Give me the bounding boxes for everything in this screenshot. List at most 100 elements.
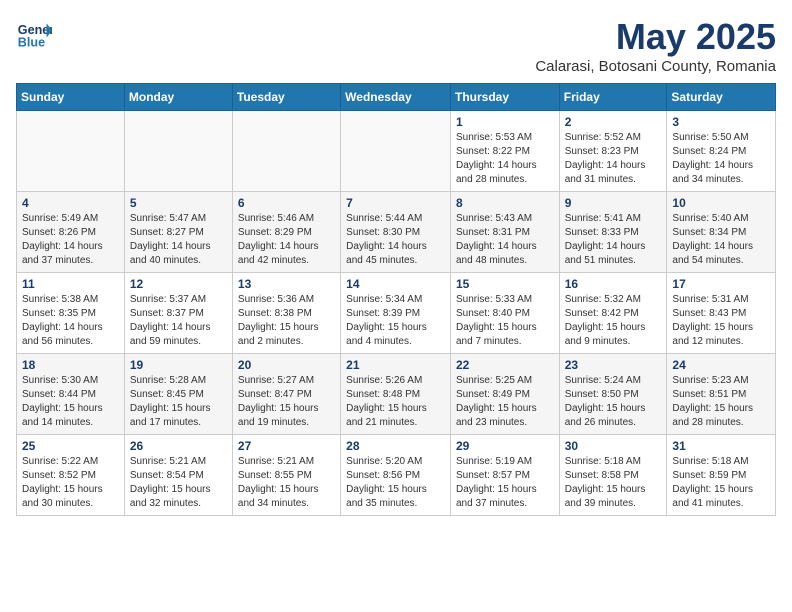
calendar-cell: 18 Sunrise: 5:30 AM Sunset: 8:44 PM Dayli…: [17, 354, 125, 435]
day-number: 3: [672, 115, 770, 129]
weekday-header: Saturday: [667, 84, 776, 111]
calendar-header: SundayMondayTuesdayWednesdayThursdayFrid…: [17, 84, 776, 111]
calendar-cell: 16 Sunrise: 5:32 AM Sunset: 8:42 PM Dayli…: [559, 273, 667, 354]
calendar-cell: 21Sunrise: 5:26 AM Sunset: 8:48 PM Dayli…: [341, 354, 451, 435]
calendar-cell: [17, 111, 125, 192]
day-info: Sunrise: 5:37 AM Sunset: 8:37 PM Dayligh…: [130, 293, 227, 349]
calendar-cell: 1 Sunrise: 5:53 AM Sunset: 8:22 PM Daylig…: [450, 111, 559, 192]
day-number: 9: [565, 196, 662, 210]
calendar-cell: 22 Sunrise: 5:25 AM Sunset: 8:49 PM Dayli…: [450, 354, 559, 435]
calendar-week-row: 1 Sunrise: 5:53 AM Sunset: 8:22 PM Daylig…: [17, 111, 776, 192]
day-info: Sunrise: 5:46 AM Sunset: 8:29 PM Dayligh…: [238, 212, 335, 268]
day-info: Sunrise: 5:38 AM Sunset: 8:35 PM Dayligh…: [22, 293, 119, 349]
day-number: 17: [672, 277, 770, 291]
day-info: Sunrise: 5:19 AM Sunset: 8:57 PM Dayligh…: [456, 455, 554, 511]
day-number: 24: [672, 358, 770, 372]
day-info: Sunrise: 5:36 AM Sunset: 8:38 PM Dayligh…: [238, 293, 335, 349]
calendar-table: SundayMondayTuesdayWednesdayThursdayFrid…: [16, 83, 776, 516]
day-info: Sunrise: 5:33 AM Sunset: 8:40 PM Dayligh…: [456, 293, 554, 349]
calendar-subtitle: Calarasi, Botosani County, Romania: [535, 58, 776, 75]
day-info: Sunrise: 5:50 AM Sunset: 8:24 PM Dayligh…: [672, 131, 770, 187]
day-number: 28: [346, 439, 445, 453]
day-info: Sunrise: 5:30 AM Sunset: 8:44 PM Dayligh…: [22, 374, 119, 430]
day-info: Sunrise: 5:47 AM Sunset: 8:27 PM Dayligh…: [130, 212, 227, 268]
calendar-cell: 19 Sunrise: 5:28 AM Sunset: 8:45 PM Dayli…: [124, 354, 232, 435]
weekday-row: SundayMondayTuesdayWednesdayThursdayFrid…: [17, 84, 776, 111]
calendar-cell: 30 Sunrise: 5:18 AM Sunset: 8:58 PM Dayli…: [559, 435, 667, 516]
weekday-header: Sunday: [17, 84, 125, 111]
weekday-header: Friday: [559, 84, 667, 111]
day-number: 29: [456, 439, 554, 453]
calendar-week-row: 11Sunrise: 5:38 AM Sunset: 8:35 PM Dayli…: [17, 273, 776, 354]
title-area: May 2025 Calarasi, Botosani County, Roma…: [535, 16, 776, 75]
day-number: 1: [456, 115, 554, 129]
calendar-cell: 24 Sunrise: 5:23 AM Sunset: 8:51 PM Dayli…: [667, 354, 776, 435]
day-number: 19: [130, 358, 227, 372]
day-number: 5: [130, 196, 227, 210]
day-info: Sunrise: 5:21 AM Sunset: 8:54 PM Dayligh…: [130, 455, 227, 511]
day-info: Sunrise: 5:23 AM Sunset: 8:51 PM Dayligh…: [672, 374, 770, 430]
day-number: 18: [22, 358, 119, 372]
day-info: Sunrise: 5:43 AM Sunset: 8:31 PM Dayligh…: [456, 212, 554, 268]
day-info: Sunrise: 5:44 AM Sunset: 8:30 PM Dayligh…: [346, 212, 445, 268]
calendar-cell: 15 Sunrise: 5:33 AM Sunset: 8:40 PM Dayli…: [450, 273, 559, 354]
calendar-week-row: 4Sunrise: 5:49 AM Sunset: 8:26 PM Daylig…: [17, 192, 776, 273]
day-info: Sunrise: 5:20 AM Sunset: 8:56 PM Dayligh…: [346, 455, 445, 511]
calendar-cell: 5 Sunrise: 5:47 AM Sunset: 8:27 PM Daylig…: [124, 192, 232, 273]
calendar-cell: [341, 111, 451, 192]
calendar-cell: 29 Sunrise: 5:19 AM Sunset: 8:57 PM Dayli…: [450, 435, 559, 516]
calendar-cell: 28 Sunrise: 5:20 AM Sunset: 8:56 PM Dayli…: [341, 435, 451, 516]
weekday-header: Wednesday: [341, 84, 451, 111]
calendar-cell: 4Sunrise: 5:49 AM Sunset: 8:26 PM Daylig…: [17, 192, 125, 273]
day-number: 25: [22, 439, 119, 453]
calendar-cell: 12 Sunrise: 5:37 AM Sunset: 8:37 PM Dayli…: [124, 273, 232, 354]
day-number: 12: [130, 277, 227, 291]
calendar-cell: 7 Sunrise: 5:44 AM Sunset: 8:30 PM Daylig…: [341, 192, 451, 273]
day-info: Sunrise: 5:34 AM Sunset: 8:39 PM Dayligh…: [346, 293, 445, 349]
calendar-cell: [232, 111, 340, 192]
calendar-cell: 20 Sunrise: 5:27 AM Sunset: 8:47 PM Dayli…: [232, 354, 340, 435]
calendar-cell: 14 Sunrise: 5:34 AM Sunset: 8:39 PM Dayli…: [341, 273, 451, 354]
day-number: 13: [238, 277, 335, 291]
day-number: 30: [565, 439, 662, 453]
day-number: 7: [346, 196, 445, 210]
logo: General Blue: [16, 16, 52, 52]
weekday-header: Monday: [124, 84, 232, 111]
day-info: Sunrise: 5:21 AM Sunset: 8:55 PM Dayligh…: [238, 455, 335, 511]
day-number: 21: [346, 358, 445, 372]
day-info: Sunrise: 5:53 AM Sunset: 8:22 PM Dayligh…: [456, 131, 554, 187]
calendar-cell: 6Sunrise: 5:46 AM Sunset: 8:29 PM Daylig…: [232, 192, 340, 273]
calendar-cell: 31Sunrise: 5:18 AM Sunset: 8:59 PM Dayli…: [667, 435, 776, 516]
calendar-cell: [124, 111, 232, 192]
page-header: General Blue May 2025 Calarasi, Botosani…: [16, 16, 776, 75]
day-info: Sunrise: 5:25 AM Sunset: 8:49 PM Dayligh…: [456, 374, 554, 430]
calendar-cell: 11Sunrise: 5:38 AM Sunset: 8:35 PM Dayli…: [17, 273, 125, 354]
calendar-cell: 2Sunrise: 5:52 AM Sunset: 8:23 PM Daylig…: [559, 111, 667, 192]
day-number: 22: [456, 358, 554, 372]
day-info: Sunrise: 5:22 AM Sunset: 8:52 PM Dayligh…: [22, 455, 119, 511]
day-number: 10: [672, 196, 770, 210]
calendar-cell: 26 Sunrise: 5:21 AM Sunset: 8:54 PM Dayli…: [124, 435, 232, 516]
day-info: Sunrise: 5:18 AM Sunset: 8:58 PM Dayligh…: [565, 455, 662, 511]
day-number: 20: [238, 358, 335, 372]
day-number: 8: [456, 196, 554, 210]
day-number: 26: [130, 439, 227, 453]
day-number: 16: [565, 277, 662, 291]
calendar-cell: 3 Sunrise: 5:50 AM Sunset: 8:24 PM Daylig…: [667, 111, 776, 192]
calendar-week-row: 18 Sunrise: 5:30 AM Sunset: 8:44 PM Dayli…: [17, 354, 776, 435]
day-number: 15: [456, 277, 554, 291]
day-info: Sunrise: 5:27 AM Sunset: 8:47 PM Dayligh…: [238, 374, 335, 430]
day-info: Sunrise: 5:32 AM Sunset: 8:42 PM Dayligh…: [565, 293, 662, 349]
day-number: 23: [565, 358, 662, 372]
weekday-header: Thursday: [450, 84, 559, 111]
calendar-cell: 17 Sunrise: 5:31 AM Sunset: 8:43 PM Dayli…: [667, 273, 776, 354]
day-number: 2: [565, 115, 662, 129]
day-number: 14: [346, 277, 445, 291]
day-number: 4: [22, 196, 119, 210]
day-number: 31: [672, 439, 770, 453]
calendar-cell: 25 Sunrise: 5:22 AM Sunset: 8:52 PM Dayli…: [17, 435, 125, 516]
day-info: Sunrise: 5:28 AM Sunset: 8:45 PM Dayligh…: [130, 374, 227, 430]
day-info: Sunrise: 5:31 AM Sunset: 8:43 PM Dayligh…: [672, 293, 770, 349]
calendar-cell: 9Sunrise: 5:41 AM Sunset: 8:33 PM Daylig…: [559, 192, 667, 273]
calendar-title: May 2025: [535, 16, 776, 58]
